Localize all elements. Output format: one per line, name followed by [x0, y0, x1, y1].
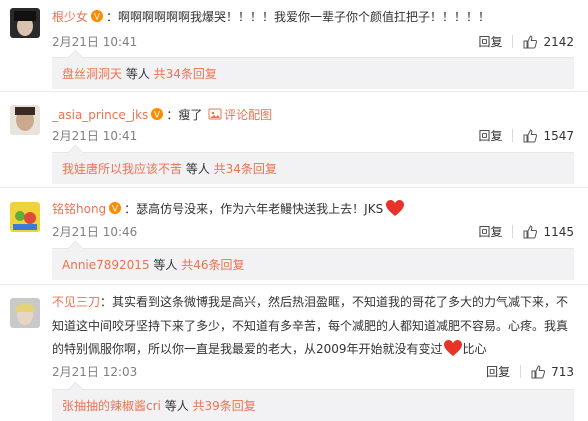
reply-middle: 等人 [182, 162, 214, 176]
comment-image-link[interactable]: 评论配图 [206, 108, 272, 122]
like-count: 1547 [543, 128, 574, 143]
comment-text-line1: ：其实看到这条微博我是高兴，然后热泪盈眶，不知道我的哥花了多大的力气减下来，不 [100, 295, 569, 309]
avatar[interactable] [10, 202, 40, 232]
avatar[interactable] [10, 8, 40, 38]
avatar[interactable] [10, 298, 40, 328]
svg-text:V: V [112, 205, 119, 215]
heart-emoji-icon [385, 199, 405, 217]
comment-text-line: 知道这中间咬牙坚持下来了多少，不知道有多辛苦，每个减肥的人都知道减肥不容易。心疼… [52, 316, 574, 336]
thumbs-up-icon [523, 34, 538, 48]
image-icon [208, 108, 222, 120]
svg-text:V: V [94, 13, 101, 23]
like-count: 713 [551, 364, 574, 379]
comment-text-line: 铭铭hong V ：瑟高仿号没来，作为六年老鳗快送我上去！JKS [52, 199, 574, 219]
comment-actions: 回复 1145 [478, 223, 574, 240]
vip-badge-icon: V [108, 201, 122, 215]
comment-time: 2月21日 10:46 [52, 225, 138, 239]
comment-item: 铭铭hong V ：瑟高仿号没来，作为六年老鳗快送我上去！JKS 2月21日 10:… [0, 188, 588, 285]
reply-button[interactable]: 回复 [478, 127, 502, 144]
reply-box-pointer [67, 49, 84, 66]
reply-button[interactable]: 回复 [478, 33, 502, 50]
like-count: 2142 [543, 34, 574, 49]
reply-summary[interactable]: 张抽抽的辣椒酱cri 等人 共39条回复 [52, 381, 574, 421]
reply-user[interactable]: Annie7892015 [62, 258, 150, 272]
like-button[interactable]: 1145 [523, 225, 574, 239]
reply-middle: 等人 [160, 399, 193, 413]
comment-text-line: 的特别佩服你啊，所以你一直是我最爱的老大，从2009年开始就没有变过 比心 [52, 339, 574, 359]
thumbs-up-icon [523, 224, 538, 238]
reply-middle: 等人 [149, 258, 182, 272]
comment-item: 不见三刀：其实看到这条微博我是高兴，然后热泪盈眶，不知道我的哥花了多大的力气减下… [0, 285, 588, 421]
comment-actions: 回复 1547 [478, 127, 574, 144]
comment-item: 根少女 V ：啊啊啊啊啊啊我爆哭！！！！我爱你一辈子你个颜值扛把子！！！！！ 2月2… [0, 0, 588, 92]
reply-box-pointer [67, 381, 84, 398]
reply-button[interactable]: 回复 [478, 223, 502, 240]
comment-actions: 回复 713 [486, 363, 574, 380]
comment-text-line2: 知道这中间咬牙坚持下来了多少，不知道有多辛苦，每个减肥的人都知道减肥不容易。心疼… [52, 319, 569, 333]
comment-text: ：瑟高仿号没来，作为六年老鳗快送我上去！JKS [124, 202, 384, 216]
vip-badge-icon: V [90, 9, 104, 23]
action-divider [512, 129, 514, 142]
reply-count[interactable]: 共39条回复 [193, 399, 256, 413]
svg-text:V: V [154, 111, 161, 121]
comment-user[interactable]: 铭铭hong [52, 202, 106, 216]
comment-time: 2月21日 12:03 [52, 365, 138, 379]
comment-text: 啊啊啊啊啊啊我爆哭！！！！我爱你一辈子你个颜值扛把子！！！！！ [118, 10, 491, 24]
reply-summary[interactable]: Annie7892015 等人 共46条回复 [52, 240, 574, 280]
reply-count[interactable]: 共46条回复 [181, 258, 244, 272]
comment-text-line: 不见三刀：其实看到这条微博我是高兴，然后热泪盈眶，不知道我的哥花了多大的力气减下… [52, 292, 574, 312]
reply-summary[interactable]: 我娃唐所以我应该不苦 等人 共34条回复 [52, 144, 574, 184]
comment-text-tail: 比心 [462, 342, 487, 356]
comment-item: _asia_prince_jks V ：瘦了 评论配图 2月21日 10:41 回复… [0, 92, 588, 188]
comment-user[interactable]: 根少女 [52, 10, 88, 24]
comment-text-line3: 的特别佩服你啊，所以你一直是我最爱的老大，从2009年开始就没有变过 [52, 342, 443, 356]
thumbs-up-icon [531, 364, 546, 378]
reply-box-pointer [67, 144, 84, 161]
like-button[interactable]: 713 [531, 365, 574, 379]
reply-middle: 等人 [122, 67, 154, 81]
action-divider [520, 365, 522, 378]
comment-text-line: 根少女 V ：啊啊啊啊啊啊我爆哭！！！！我爱你一辈子你个颜值扛把子！！！！！ [52, 9, 491, 24]
action-divider [512, 225, 514, 238]
vip-badge-icon: V [150, 107, 164, 121]
comment-time: 2月21日 10:41 [52, 35, 138, 49]
comment-text-line: _asia_prince_jks V ：瘦了 评论配图 [52, 107, 273, 122]
like-count: 1145 [543, 224, 574, 239]
reply-count[interactable]: 共34条回复 [214, 162, 277, 176]
comment-user[interactable]: 不见三刀 [52, 295, 100, 309]
like-button[interactable]: 2142 [523, 35, 574, 49]
reply-box-pointer [67, 240, 84, 257]
action-divider [512, 35, 514, 48]
reply-count[interactable]: 共34条回复 [154, 67, 217, 81]
image-link-label: 评论配图 [224, 108, 273, 122]
thumbs-up-icon [523, 128, 538, 142]
comment-actions: 回复 2142 [478, 33, 574, 50]
reply-summary[interactable]: 盘丝洞洞天 等人 共34条回复 [52, 49, 574, 89]
like-button[interactable]: 1547 [523, 129, 574, 143]
reply-button[interactable]: 回复 [486, 363, 510, 380]
comment-user[interactable]: _asia_prince_jks [52, 108, 148, 122]
reply-user[interactable]: 张抽抽的辣椒酱cri [62, 399, 161, 413]
reply-user[interactable]: 我娃唐所以我应该不苦 [62, 162, 182, 176]
avatar[interactable] [10, 105, 40, 135]
reply-user[interactable]: 盘丝洞洞天 [62, 67, 122, 81]
heart-emoji-icon [443, 339, 463, 357]
comment-text: 瘦了 [178, 108, 203, 122]
comment-time: 2月21日 10:41 [52, 129, 138, 143]
